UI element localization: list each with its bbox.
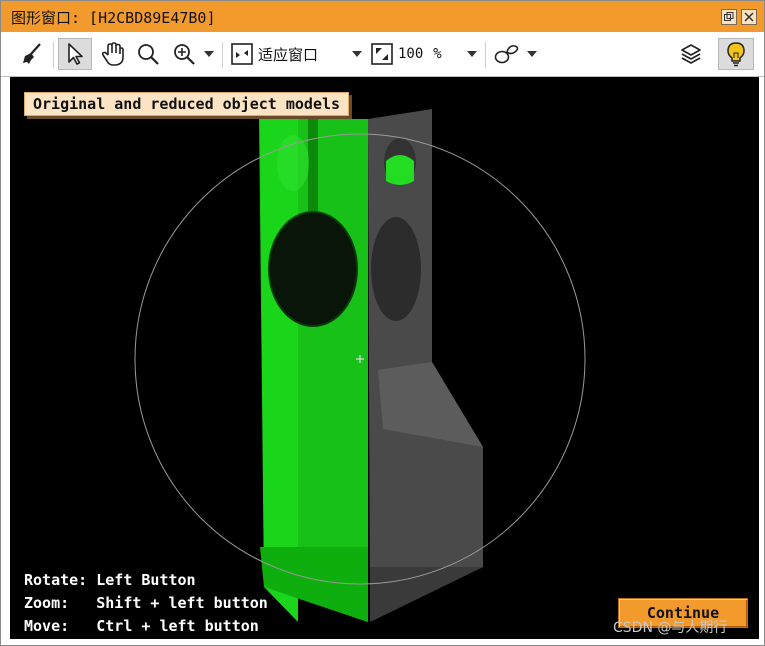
zoom-dropdown-caret[interactable] [202, 38, 216, 70]
shape-dropdown-caret[interactable] [525, 38, 539, 70]
toolbar-separator [485, 42, 486, 68]
original-model-hole-inner [270, 213, 356, 325]
zoom-tool-button[interactable] [133, 38, 163, 70]
lightbulb-icon [727, 42, 745, 67]
title-bar[interactable]: 图形窗口: [H2CBD89E47B0] [1, 1, 764, 32]
fit-window-label: 适应窗口 [258, 45, 319, 64]
select-tool-button[interactable] [58, 38, 92, 70]
chevron-down-icon [352, 51, 362, 57]
reduced-model-base [370, 567, 483, 622]
original-model-base [260, 547, 368, 622]
magnifier-icon [138, 44, 159, 65]
chevron-down-icon [527, 51, 537, 57]
viewport-caption: Original and reduced object models [24, 92, 350, 116]
close-button[interactable] [741, 9, 757, 25]
tips-button[interactable] [718, 38, 754, 70]
help-zoom: Zoom: Shift + left button [24, 594, 268, 612]
scale-select[interactable]: 100 % [370, 38, 470, 70]
hand-icon [101, 42, 124, 66]
scale-value: 100 [398, 46, 424, 62]
window-title: 图形窗口: [H2CBD89E47B0] [11, 9, 216, 27]
reduced-model-hole [371, 217, 421, 321]
layers-icon [681, 44, 701, 64]
zoom-in-button[interactable] [169, 38, 199, 70]
3d-scene [134, 109, 586, 622]
magnifier-plus-icon [174, 44, 195, 65]
layers-button[interactable] [676, 38, 706, 70]
chevron-down-icon [204, 51, 214, 57]
shapes-icon [494, 45, 519, 64]
restore-button[interactable] [721, 9, 737, 25]
original-model-top-hole [277, 135, 309, 191]
help-rotate: Rotate: Left Button [24, 571, 196, 589]
pointer-icon [68, 43, 83, 65]
scale-unit: % [433, 46, 442, 62]
chevron-down-icon [467, 51, 477, 57]
original-model-left-face [260, 119, 298, 622]
toolbar-separator [53, 42, 54, 68]
broom-icon [23, 43, 41, 64]
toolbar: 适应窗口 100 % [1, 32, 764, 77]
shape-tool-button[interactable] [492, 38, 522, 70]
original-model-slot [308, 119, 318, 213]
reduced-model-green-patch [386, 155, 414, 185]
fit-window-select[interactable]: 适应窗口 [230, 38, 350, 70]
fit-dropdown-caret[interactable] [350, 38, 364, 70]
close-icon [744, 12, 754, 22]
pan-tool-button[interactable] [97, 38, 129, 70]
scale-icon [371, 43, 393, 65]
fit-window-icon [231, 43, 253, 65]
scale-dropdown-caret[interactable] [465, 38, 479, 70]
graphics-viewport[interactable]: Original and reduced object models Rotat… [10, 77, 759, 639]
clear-button[interactable] [17, 38, 47, 70]
toolbar-separator [222, 42, 223, 68]
watermark: CSDN @与人期行 [613, 620, 728, 636]
restore-icon [724, 12, 734, 21]
graphics-window: 图形窗口: [H2CBD89E47B0] 适应窗口 100 % Original… [0, 0, 765, 646]
help-move: Move: Ctrl + left button [24, 617, 259, 635]
